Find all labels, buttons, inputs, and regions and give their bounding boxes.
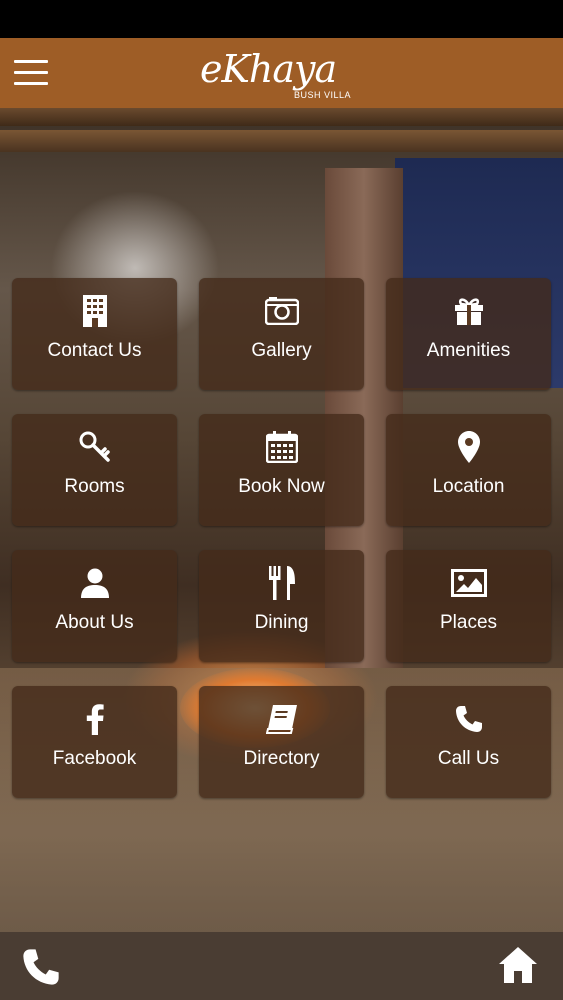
camera-icon <box>264 294 299 328</box>
user-icon <box>80 566 109 600</box>
tile-location[interactable]: Location <box>386 414 551 526</box>
phone-icon <box>455 702 483 736</box>
menu-grid: Contact Us Gallery Amenities Rooms Book … <box>12 278 552 798</box>
tile-label: Rooms <box>64 476 125 497</box>
tile-label: Directory <box>243 748 320 769</box>
tile-label: Places <box>439 612 498 633</box>
tile-label: Dining <box>254 612 309 633</box>
tile-label: Call Us <box>437 748 500 769</box>
phone-icon[interactable] <box>22 948 62 988</box>
tile-label: Book Now <box>238 476 325 497</box>
tile-places[interactable]: Places <box>386 550 551 662</box>
gift-icon <box>454 294 484 328</box>
status-bar <box>0 0 563 38</box>
tile-dining[interactable]: Dining <box>199 550 364 662</box>
home-icon[interactable] <box>498 946 540 986</box>
facebook-icon <box>86 702 104 736</box>
tile-about-us[interactable]: About Us <box>12 550 177 662</box>
tile-label: About Us <box>55 612 134 633</box>
bottom-bar <box>0 932 563 1000</box>
tile-amenities[interactable]: Amenities <box>386 278 551 390</box>
calendar-icon <box>265 430 298 464</box>
tile-label: Contact Us <box>47 340 142 361</box>
tile-label: Facebook <box>52 748 137 769</box>
app-header: eKhaya BUSH VILLA <box>0 38 563 108</box>
tile-label: Gallery <box>251 340 312 361</box>
tile-book-now[interactable]: Book Now <box>199 414 364 526</box>
key-icon <box>79 430 111 464</box>
map-pin-icon <box>457 430 480 464</box>
logo: eKhaya BUSH VILLA <box>200 44 360 104</box>
image-icon <box>450 566 487 600</box>
tile-label: Location <box>432 476 505 497</box>
cutlery-icon <box>268 566 296 600</box>
tile-label: Amenities <box>426 340 511 361</box>
tile-gallery[interactable]: Gallery <box>199 278 364 390</box>
tile-directory[interactable]: Directory <box>199 686 364 798</box>
hamburger-menu-icon[interactable] <box>14 60 48 86</box>
logo-text: eKhaya <box>200 47 337 91</box>
tile-call-us[interactable]: Call Us <box>386 686 551 798</box>
tile-contact-us[interactable]: Contact Us <box>12 278 177 390</box>
logo-subtitle: BUSH VILLA <box>294 90 352 100</box>
building-icon <box>82 294 108 328</box>
book-icon <box>265 702 298 736</box>
tile-facebook[interactable]: Facebook <box>12 686 177 798</box>
tile-rooms[interactable]: Rooms <box>12 414 177 526</box>
